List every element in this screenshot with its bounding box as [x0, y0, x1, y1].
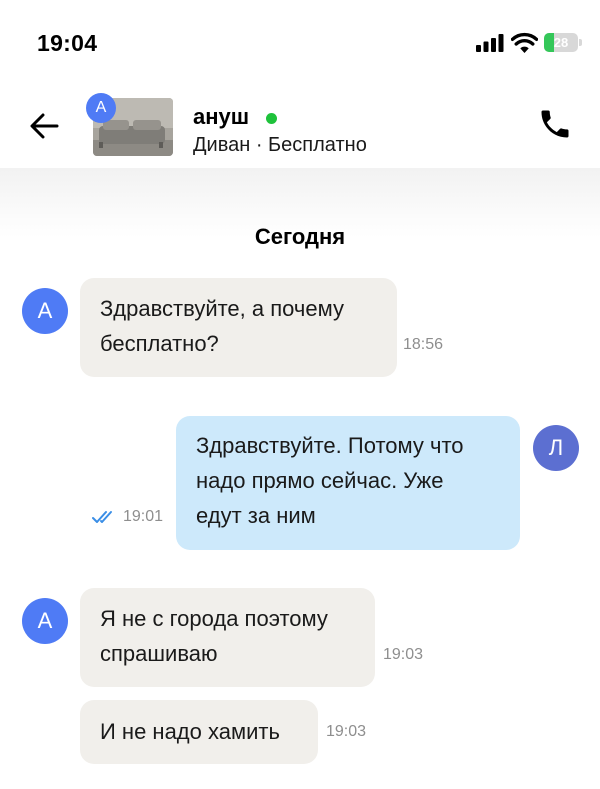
message-line: Я не с города поэтому [100, 606, 328, 631]
battery-level: 28 [553, 35, 569, 50]
signal-icon [476, 34, 504, 52]
message-bubble[interactable]: Я не с города поэтому спрашиваю [80, 588, 375, 687]
message-time: 19:03 [383, 646, 424, 663]
message-bubble[interactable]: Здравствуйте, а почему бесплатно? [80, 278, 397, 377]
message-line: едут за ним [196, 503, 316, 528]
phone-icon[interactable] [537, 106, 573, 142]
message-line: спрашиваю [100, 641, 218, 666]
battery-charging-icon: 28 [544, 33, 582, 52]
message-time: 19:01 [123, 508, 164, 525]
sender-avatar[interactable]: А [22, 288, 68, 334]
chat-header: А ануш Диван · Бесплатно [0, 88, 600, 168]
wifi-icon [511, 32, 538, 53]
message-time: 18:56 [403, 336, 444, 353]
sender-avatar[interactable]: А [22, 598, 68, 644]
message-line: Здравствуйте, а почему [100, 296, 344, 321]
message-line: Здравствуйте. Потому что [196, 433, 464, 458]
message-bubble[interactable]: И не надо хамить [80, 700, 318, 764]
contact-avatar: А [86, 93, 116, 123]
message-time: 19:03 [326, 723, 367, 740]
date-separator: Сегодня [254, 224, 346, 249]
message-line: бесплатно? [100, 331, 219, 356]
contact-name[interactable]: ануш [193, 104, 249, 130]
status-bar: 19:04 28 [0, 0, 600, 88]
message-bubble[interactable]: Здравствуйте. Потому что надо прямо сейч… [176, 416, 520, 550]
message-line: И не надо хамить [100, 719, 280, 744]
message-line: надо прямо сейчас. Уже [196, 468, 444, 493]
online-status-icon [266, 113, 277, 124]
user-avatar[interactable]: Л [533, 425, 579, 471]
status-time: 19:04 [37, 30, 98, 56]
arrow-left-icon[interactable] [26, 108, 62, 144]
listing-info[interactable]: Диван · Бесплатно [193, 134, 367, 157]
double-check-icon [92, 511, 112, 523]
